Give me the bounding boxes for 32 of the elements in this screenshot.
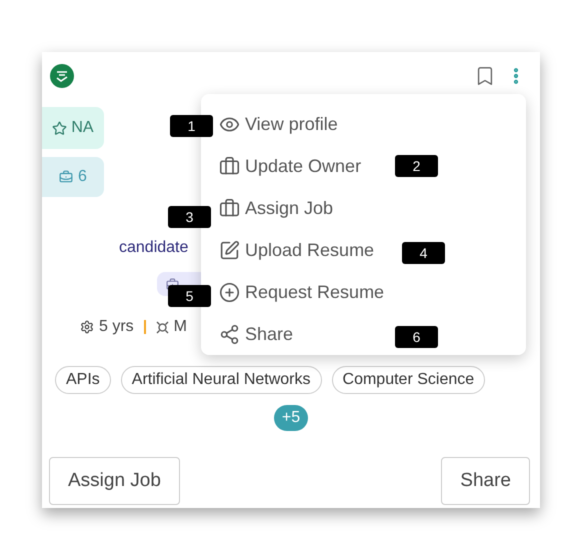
skill-chip: Artificial Neural Networks (120, 366, 322, 394)
edit-icon (219, 240, 240, 260)
skill-chip: APIs (55, 366, 111, 394)
skill-chip: Computer Science (332, 366, 486, 394)
plus-circle-icon (219, 282, 240, 302)
star-icon (52, 120, 68, 136)
menu-item[interactable]: Assign Job (219, 187, 334, 229)
share-icon (219, 324, 240, 344)
assign-job-button[interactable]: Assign Job (49, 457, 180, 505)
experience-text: 5 yrs (99, 317, 134, 337)
menu-item[interactable]: Share (219, 313, 294, 355)
callout-label: 2 (395, 155, 438, 177)
briefcase-icon (59, 170, 74, 184)
gear-icon (80, 320, 94, 334)
currency-sign-icon (156, 320, 169, 334)
email-text: candidate (119, 239, 188, 257)
logo-icon (50, 64, 74, 88)
briefcase-icon (219, 198, 240, 218)
jobs-chip: 6 (42, 157, 104, 197)
briefcase-icon (219, 156, 240, 176)
menu-item[interactable]: Update Owner (219, 145, 362, 187)
menu-item[interactable]: Request Resume (219, 271, 384, 313)
callout-label: 6 (395, 326, 438, 348)
location-text: M (174, 317, 187, 337)
menu-item[interactable]: Upload Resume (219, 229, 374, 271)
rating-chip: NA (42, 107, 104, 149)
menu-item[interactable]: View profile (219, 103, 338, 145)
callout-label: 4 (402, 242, 445, 264)
share-button[interactable]: Share (441, 457, 530, 505)
callout-label: 5 (168, 285, 211, 307)
callout-label: 1 (170, 115, 213, 137)
callout-label: 3 (168, 206, 211, 228)
